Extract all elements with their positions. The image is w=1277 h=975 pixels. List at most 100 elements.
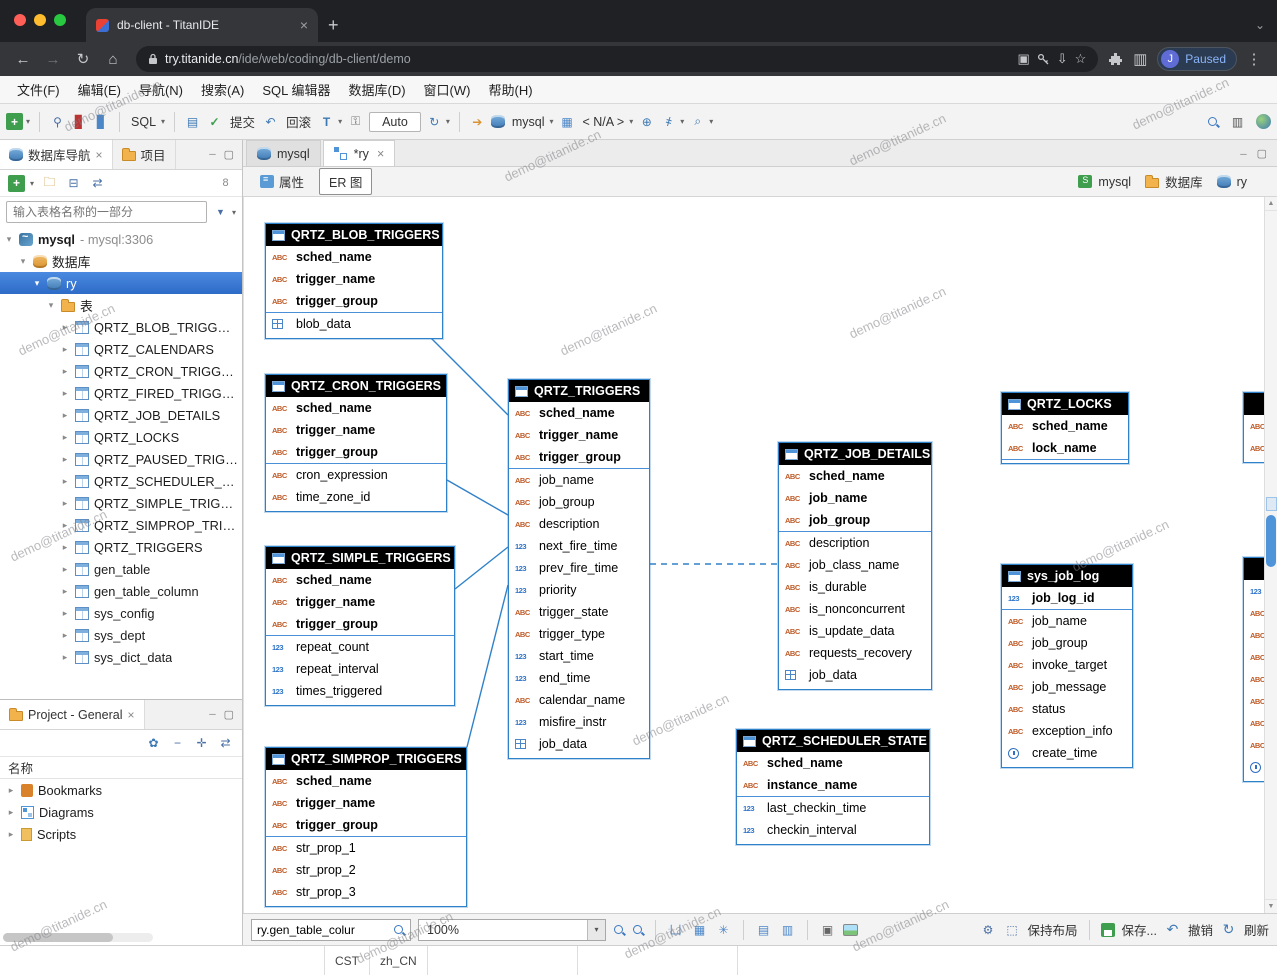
notation-icon[interactable]	[755, 921, 772, 938]
sidebar-toggle-icon[interactable]: ▥	[1127, 50, 1153, 68]
menu-item-4[interactable]: SQL 编辑器	[253, 77, 339, 102]
scroll-up-arrow[interactable]: ▲	[1265, 197, 1277, 211]
rollback-icon[interactable]	[262, 113, 279, 130]
er-table-header[interactable]: QRTZ_SCHEDULER_STATE	[737, 730, 929, 752]
er-table-QRTZ_TRIGGERS[interactable]: QRTZ_TRIGGERSABCsched_nameABCtrigger_nam…	[508, 379, 650, 759]
refresh-diagram-icon[interactable]	[1220, 921, 1237, 938]
chevron-down-icon[interactable]	[549, 117, 553, 126]
tree-item-sys_dept[interactable]: ▸sys_dept	[0, 624, 242, 646]
diagram-style-icon[interactable]	[779, 921, 796, 938]
context-connection[interactable]: mysql	[1098, 175, 1131, 189]
filter-funnel-icon[interactable]	[212, 204, 229, 221]
er-table-header[interactable]: QRTZ_TRIGGERS	[509, 380, 649, 402]
menu-item-3[interactable]: 搜索(A)	[192, 77, 253, 102]
maximize-editor-icon[interactable]	[1257, 146, 1267, 160]
tree-expand-arrow[interactable]: ▸	[60, 586, 70, 597]
table-filter-input[interactable]	[6, 201, 207, 223]
tree-expand-arrow[interactable]: ▸	[60, 410, 70, 421]
save-button[interactable]: 保存...	[1122, 920, 1157, 939]
commit-button[interactable]: 提交	[230, 112, 255, 131]
tree-expand-arrow[interactable]: ▸	[60, 498, 70, 509]
er-table-header[interactable]: QRTZ_CRON_TRIGGERS	[266, 375, 446, 397]
tree-expand-arrow[interactable]: ▸	[6, 785, 16, 796]
new-connection-icon[interactable]	[6, 113, 23, 130]
er-table-header[interactable]: QRTZ_LOCKS	[1002, 393, 1128, 415]
chevron-down-icon[interactable]	[629, 117, 633, 126]
tree-expand-arrow[interactable]: ▸	[6, 807, 16, 818]
tree-expand-arrow[interactable]: ▸	[60, 520, 70, 531]
er-table-QRTZ_LOCKS[interactable]: QRTZ_LOCKSABCsched_nameABClock_name	[1001, 392, 1129, 464]
tab-project-general[interactable]: Project - General ×	[0, 700, 145, 729]
undo-button[interactable]: 撤销	[1188, 920, 1213, 939]
menu-item-7[interactable]: 帮助(H)	[479, 77, 541, 102]
chevron-down-icon[interactable]	[232, 208, 236, 217]
reconnect-icon[interactable]	[93, 113, 110, 130]
tree-item-ry[interactable]: ▾ry	[0, 272, 242, 294]
new-folder-icon[interactable]	[41, 175, 58, 192]
refresh-icon[interactable]	[426, 113, 443, 130]
refresh-button[interactable]: 刷新	[1244, 920, 1269, 939]
tree-expand-arrow[interactable]: ▸	[60, 432, 70, 443]
context-database[interactable]: 数据库	[1165, 172, 1203, 191]
collapse-icon[interactable]	[169, 735, 186, 752]
er-table-header[interactable]: QRTZ_BLOB_TRIGGERS	[266, 224, 442, 246]
pin-icon[interactable]	[49, 113, 66, 130]
search-icon[interactable]	[689, 113, 706, 130]
tree-item-QRTZ_BLOB_TRIGGERS[interactable]: ▸QRTZ_BLOB_TRIGGERS	[0, 316, 242, 338]
project-item-Bookmarks[interactable]: ▸Bookmarks	[0, 779, 242, 801]
tab-properties[interactable]: 属性	[251, 169, 313, 194]
close-icon[interactable]: ×	[127, 708, 134, 722]
menu-item-2[interactable]: 导航(N)	[130, 77, 192, 102]
minimize-panel-icon[interactable]	[209, 709, 215, 720]
tree-item-gen_table[interactable]: ▸gen_table	[0, 558, 242, 580]
er-table-QRTZ_SIMPLE_TRIGGERS[interactable]: QRTZ_SIMPLE_TRIGGERSABCsched_nameABCtrig…	[265, 546, 455, 706]
er-table-QRTZ_SIMPROP_TRIGGERS[interactable]: QRTZ_SIMPROP_TRIGGERSABCsched_nameABCtri…	[265, 747, 467, 907]
editor-tab-mysql[interactable]: mysql	[246, 140, 321, 166]
frame-icon[interactable]: ▣	[1017, 51, 1029, 67]
tree-item-sys_dict_data[interactable]: ▸sys_dict_data	[0, 646, 242, 668]
er-table-sys_job_log[interactable]: sys_job_log123job_log_idABCjob_nameABCjo…	[1001, 564, 1133, 768]
rollback-button[interactable]: 回滚	[286, 112, 311, 131]
tree-item-数据库[interactable]: ▾数据库	[0, 250, 242, 272]
er-table-QRTZ_SCHEDULER_STATE[interactable]: QRTZ_SCHEDULER_STATEABCsched_nameABCinst…	[736, 729, 930, 845]
close-icon[interactable]: ×	[377, 147, 384, 161]
tree-expand-arrow[interactable]: ▸	[60, 344, 70, 355]
tree-expand-arrow[interactable]: ▸	[60, 608, 70, 619]
new-sql-editor-icon[interactable]	[184, 113, 201, 130]
tree-item-QRTZ_JOB_DETAILS[interactable]: ▸QRTZ_JOB_DETAILS	[0, 404, 242, 426]
frame-icon[interactable]	[1004, 921, 1021, 938]
tree-expand-arrow[interactable]: ▸	[60, 476, 70, 487]
chevron-down-icon[interactable]	[680, 117, 684, 126]
maximize-panel-icon[interactable]	[224, 708, 234, 721]
tree-expand-arrow[interactable]: ▸	[60, 542, 70, 553]
editor-tab-ry[interactable]: *ry ×	[323, 140, 396, 166]
tree-item-QRTZ_CALENDARS[interactable]: ▸QRTZ_CALENDARS	[0, 338, 242, 360]
collapse-all-icon[interactable]	[65, 175, 82, 192]
settings-icon[interactable]	[145, 735, 162, 752]
print-icon[interactable]	[819, 921, 836, 938]
horizontal-scrollbar[interactable]	[3, 933, 153, 942]
tree-expand-arrow[interactable]: ▸	[60, 630, 70, 641]
tab-close-icon[interactable]: ×	[300, 17, 308, 33]
palette-toggle[interactable]	[1266, 497, 1277, 511]
tree-item-QRTZ_PAUSED_TRIGGER_GRPS[interactable]: ▸QRTZ_PAUSED_TRIGGER_GRPS	[0, 448, 242, 470]
navigate-icon[interactable]	[469, 113, 486, 130]
tree-expand-arrow[interactable]: ▾	[18, 256, 28, 267]
disconnect-icon[interactable]	[71, 113, 88, 130]
er-table-header[interactable]: QRTZ_SIMPROP_TRIGGERS	[266, 748, 466, 770]
chevron-down-icon[interactable]	[161, 117, 165, 126]
home-icon[interactable]: ⌂	[100, 51, 126, 68]
network-icon[interactable]	[660, 113, 677, 130]
search-magnifier-icon[interactable]	[393, 924, 405, 936]
zoom-out-icon[interactable]	[632, 924, 644, 936]
tree-item-表[interactable]: ▾表	[0, 294, 242, 316]
project-item-Scripts[interactable]: ▸Scripts	[0, 823, 242, 845]
sql-menu-button[interactable]: SQL	[131, 115, 156, 129]
back-icon[interactable]: ←	[10, 51, 36, 68]
minimize-panel-icon[interactable]	[209, 149, 215, 160]
tree-expand-arrow[interactable]: ▸	[60, 564, 70, 575]
tree-item-gen_table_column[interactable]: ▸gen_table_column	[0, 580, 242, 602]
reload-icon[interactable]: ↻	[70, 50, 96, 68]
tree-item-QRTZ_SCHEDULER_STATE[interactable]: ▸QRTZ_SCHEDULER_STATE	[0, 470, 242, 492]
close-window-button[interactable]	[14, 14, 26, 26]
